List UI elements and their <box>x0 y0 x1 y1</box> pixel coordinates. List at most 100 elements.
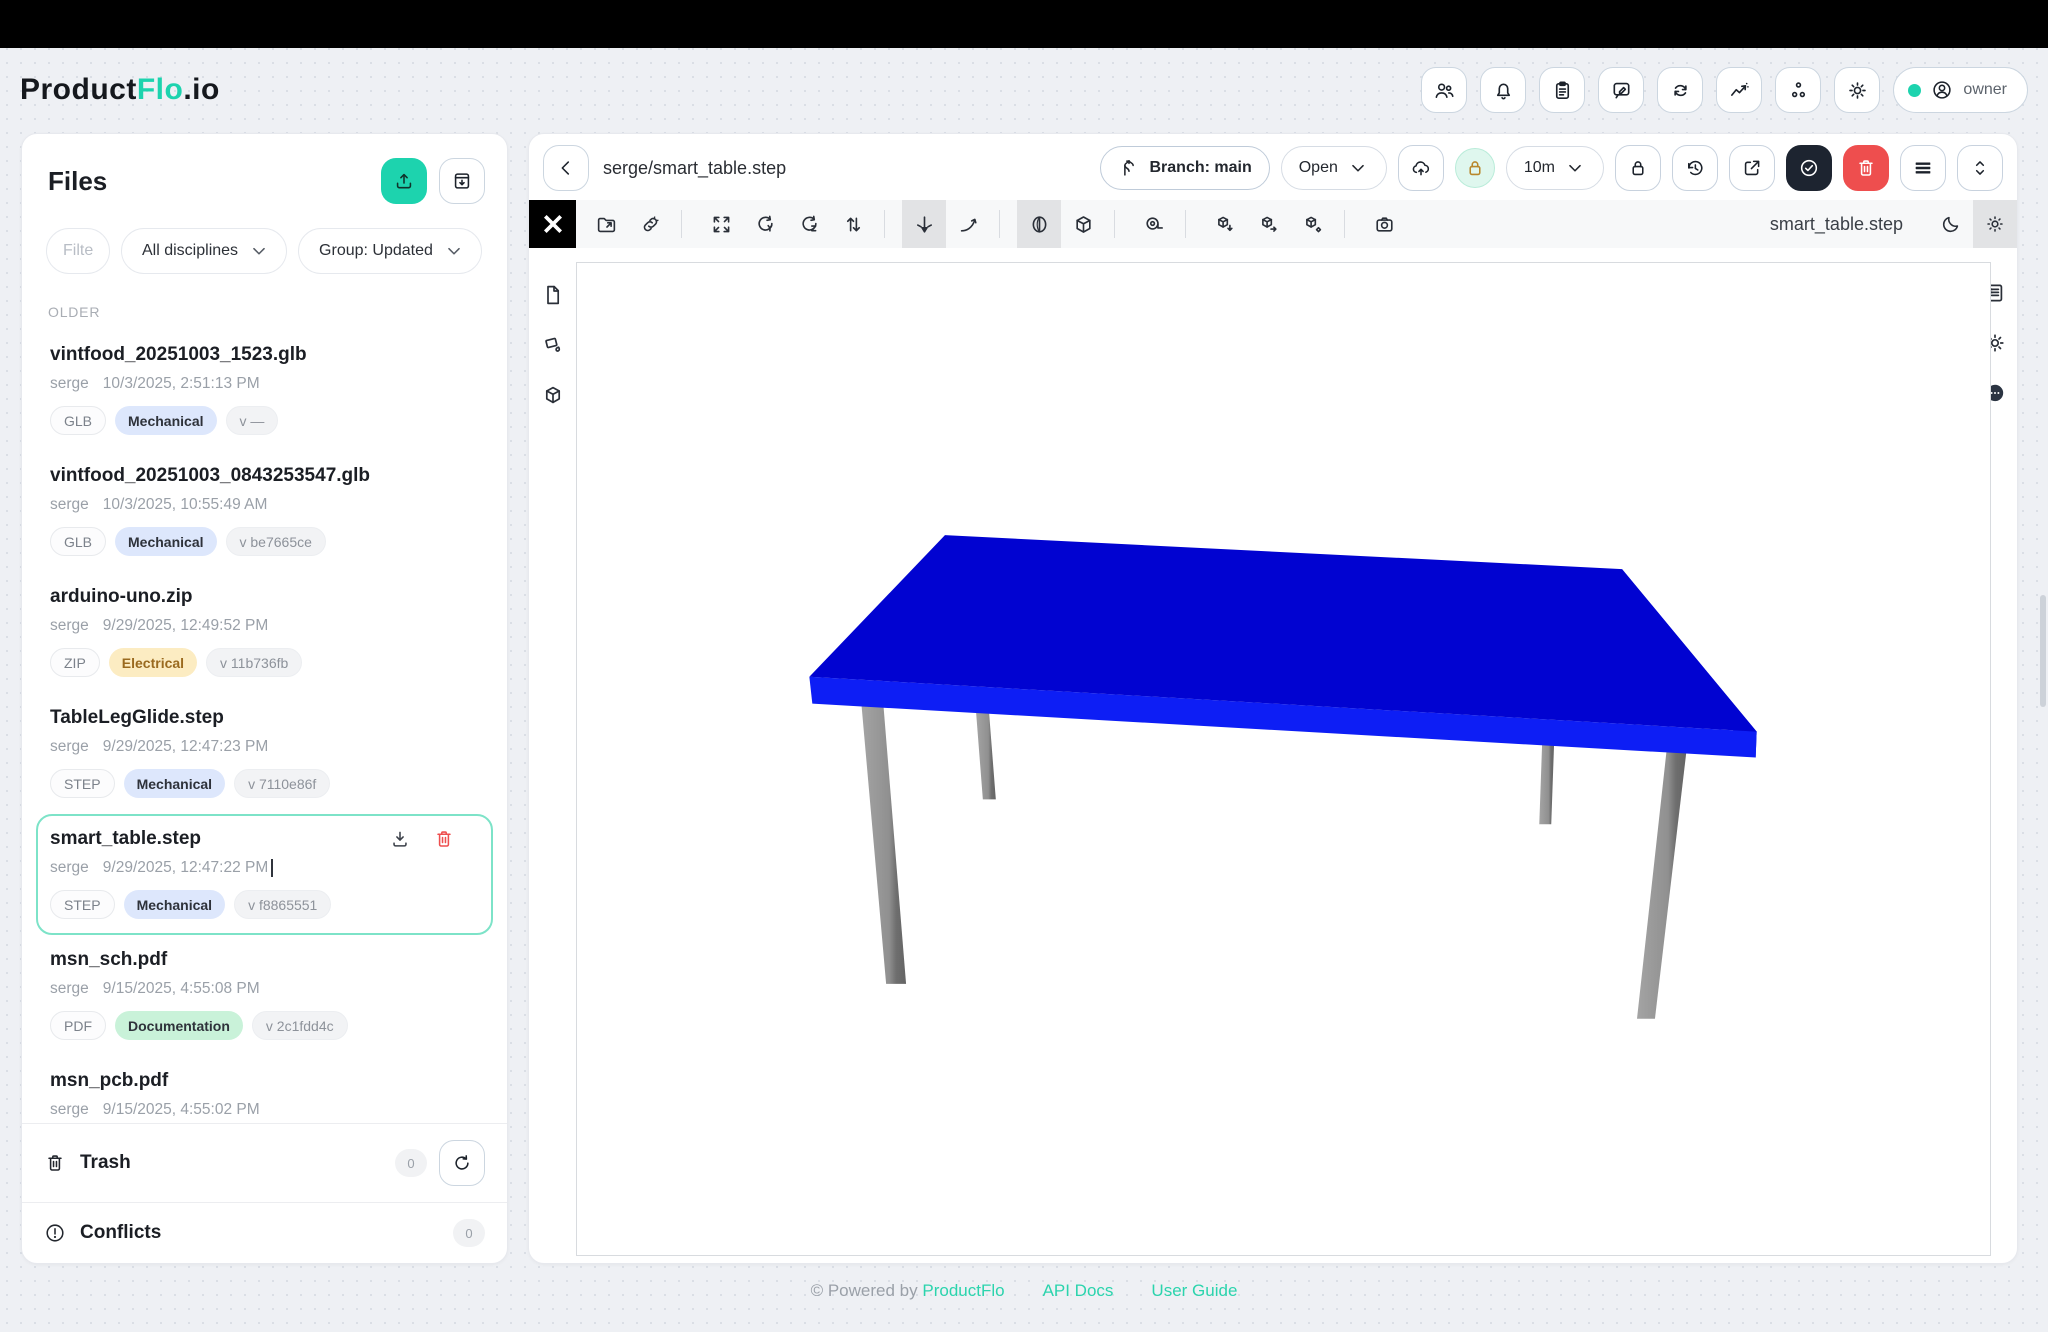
cube-right-tool-button[interactable] <box>1247 200 1291 248</box>
file-list-item[interactable]: TableLegGlide.step serge 9/29/2025, 12:4… <box>36 693 493 814</box>
upload-file-button[interactable] <box>381 158 427 204</box>
open-label: Open <box>1299 159 1338 177</box>
approve-button[interactable] <box>1786 145 1832 191</box>
cloud-upload-button[interactable] <box>1398 145 1444 191</box>
file-updated-timestamp: 10/3/2025, 2:51:13 PM <box>103 375 260 393</box>
file-badges: STEP Mechanical v f8865551 <box>50 890 479 919</box>
nodes-button[interactable] <box>1775 67 1821 113</box>
xeokit-logo-button[interactable] <box>529 200 576 248</box>
viewer-controls: Branch: main Open 10m <box>1100 145 2003 191</box>
refresh-trash-button[interactable] <box>439 1140 485 1186</box>
lock-status-indicator[interactable] <box>1455 148 1495 188</box>
cube-tool-button[interactable] <box>1061 200 1105 248</box>
lock-timeout-dropdown[interactable]: 10m <box>1506 146 1604 190</box>
delete-button[interactable] <box>1843 145 1889 191</box>
curve-tool-button[interactable] <box>946 200 990 248</box>
measure-tool-button[interactable] <box>1132 200 1176 248</box>
gear-button[interactable] <box>1834 67 1880 113</box>
users-button[interactable] <box>1421 67 1467 113</box>
axis-tool-button[interactable] <box>902 200 946 248</box>
history-button[interactable] <box>1672 145 1718 191</box>
file-owner: serge <box>50 738 89 756</box>
expand-collapse-button[interactable] <box>1957 145 2003 191</box>
page-rail-button[interactable] <box>538 280 568 310</box>
conflicts-label: Conflicts <box>80 1222 161 1244</box>
hemisphere-icon <box>1028 213 1051 236</box>
feedback-button[interactable] <box>1598 67 1644 113</box>
branch-label: Branch: main <box>1149 159 1251 177</box>
link-tool-button[interactable] <box>628 200 672 248</box>
browser-top-bar <box>0 0 2048 48</box>
back-button[interactable] <box>543 145 589 191</box>
toolbar-separator <box>884 210 885 238</box>
expand-tool-button[interactable] <box>699 200 743 248</box>
file-list-item[interactable]: arduino-uno.zip serge 9/29/2025, 12:49:5… <box>36 572 493 693</box>
file-list-item[interactable]: vintfood_20251003_1523.glb serge 10/3/20… <box>36 330 493 451</box>
logo-tld: .io <box>183 73 220 106</box>
flip-vertical-tool-button[interactable] <box>831 200 875 248</box>
api-docs-link[interactable]: API Docs <box>1043 1281 1114 1301</box>
discipline-badge: Mechanical <box>124 769 225 798</box>
folder-export-tool-button[interactable] <box>584 200 628 248</box>
discipline-badge: Electrical <box>109 648 197 677</box>
chevron-down-icon <box>248 240 270 262</box>
archive-button[interactable] <box>439 158 485 204</box>
chevron-updown-icon <box>1969 157 1991 179</box>
page-scrollbar-thumb[interactable] <box>2040 595 2046 707</box>
user-guide-link[interactable]: User Guide <box>1151 1281 1237 1301</box>
paint-rail-button[interactable] <box>538 330 568 360</box>
discipline-badge: Mechanical <box>115 406 216 435</box>
file-list-item[interactable]: msn_sch.pdf serge 9/15/2025, 4:55:08 PM … <box>36 935 493 1056</box>
open-dropdown[interactable]: Open <box>1281 146 1387 190</box>
viewer-panel: serge/smart_table.step Branch: main Open… <box>528 133 2018 1264</box>
lock-icon <box>1464 157 1486 179</box>
download-file-button[interactable] <box>389 828 411 850</box>
branch-button[interactable]: Branch: main <box>1100 146 1269 190</box>
group-dropdown[interactable]: Group: Updated <box>298 228 482 274</box>
light-mode-button[interactable] <box>1973 200 2017 248</box>
expand-icon <box>710 213 733 236</box>
curve-icon <box>957 213 980 236</box>
file-list-item[interactable]: msn_pcb.pdf serge 9/15/2025, 4:55:02 PM … <box>36 1056 493 1123</box>
conflicts-count-badge: 0 <box>453 1219 485 1247</box>
camera-tool-button[interactable] <box>1362 200 1406 248</box>
lock-icon <box>1627 157 1649 179</box>
chevron-left-icon <box>555 157 577 179</box>
model-canvas[interactable] <box>576 262 1991 1256</box>
rotate-z-tool-button[interactable] <box>787 200 831 248</box>
clipboard-button[interactable] <box>1539 67 1585 113</box>
toolbar-separator <box>1185 210 1186 238</box>
file-name: msn_sch.pdf <box>50 949 167 971</box>
version-badge: v 2c1fdd4c <box>252 1011 348 1040</box>
nodes-icon <box>1787 79 1810 102</box>
cube-code-tool-button[interactable] <box>1291 200 1335 248</box>
filter-input[interactable] <box>46 228 110 274</box>
file-meta: serge 9/29/2025, 12:47:22 PM <box>50 859 479 877</box>
disciplines-dropdown[interactable]: All disciplines <box>121 228 287 274</box>
activity-button[interactable] <box>1716 67 1762 113</box>
trash-icon <box>44 1152 66 1174</box>
files-panel-header: Files <box>22 134 507 214</box>
file-list-item[interactable]: smart_table.step serge 9/29/2025, 12:47:… <box>36 814 493 935</box>
trash-row[interactable]: Trash 0 <box>22 1123 507 1202</box>
cube-down-tool-button[interactable] <box>1203 200 1247 248</box>
hemisphere-tool-button[interactable] <box>1017 200 1061 248</box>
file-list-item[interactable]: vintfood_20251003_0843253547.glb serge 1… <box>36 451 493 572</box>
bell-button[interactable] <box>1480 67 1526 113</box>
file-updated-timestamp: 10/3/2025, 10:55:49 AM <box>103 496 268 514</box>
dark-mode-button[interactable] <box>1929 200 1973 248</box>
cube3d-rail-button[interactable] <box>538 380 568 410</box>
productflo-link[interactable]: ProductFlo <box>922 1281 1004 1300</box>
conflicts-row[interactable]: Conflicts 0 <box>22 1202 507 1263</box>
sync-button[interactable] <box>1657 67 1703 113</box>
menu-button[interactable] <box>1900 145 1946 191</box>
toolbar-separator <box>999 210 1000 238</box>
external-link-icon <box>1741 157 1763 179</box>
delete-file-button[interactable] <box>433 828 455 850</box>
account-pill[interactable]: owner <box>1893 67 2028 113</box>
open-external-button[interactable] <box>1729 145 1775 191</box>
version-badge: v 7110e86f <box>234 769 330 798</box>
lock-button[interactable] <box>1615 145 1661 191</box>
rotate-y-tool-button[interactable] <box>743 200 787 248</box>
logo-product: Product <box>20 73 137 106</box>
